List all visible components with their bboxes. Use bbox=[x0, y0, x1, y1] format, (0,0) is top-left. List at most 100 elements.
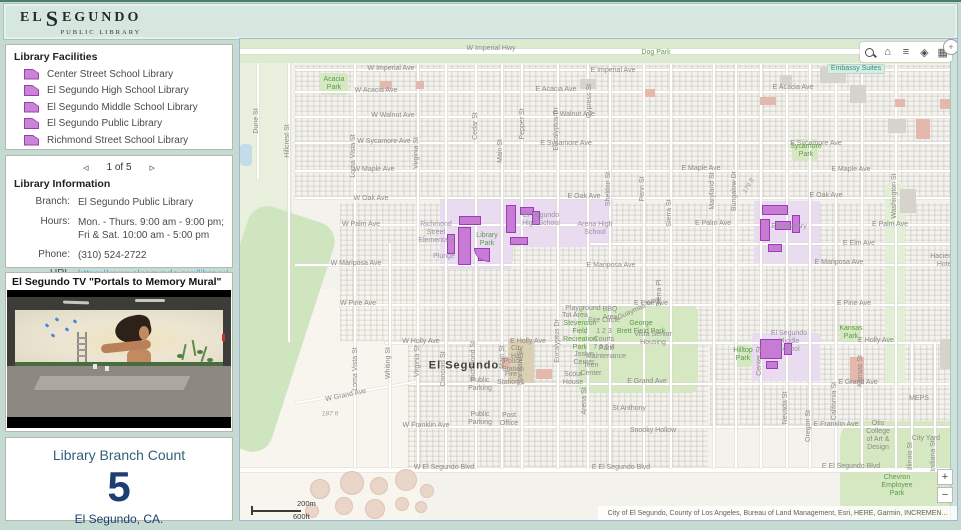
facility-polygon-icon bbox=[24, 85, 39, 96]
map-feature bbox=[335, 497, 353, 515]
map-feature bbox=[895, 99, 905, 107]
map-feature bbox=[445, 63, 447, 468]
map-feature bbox=[447, 234, 455, 254]
butterfly-art bbox=[73, 319, 78, 324]
info-field-value: El Segundo Public Library bbox=[78, 196, 193, 210]
map-feature bbox=[713, 63, 715, 468]
home-icon[interactable]: ⌂ bbox=[880, 44, 896, 60]
butterfly-art bbox=[45, 323, 50, 328]
facility-polygon-icon bbox=[24, 102, 39, 113]
map-feature bbox=[365, 499, 385, 519]
map-feature bbox=[792, 215, 800, 233]
map-feature bbox=[934, 342, 936, 468]
pager-prev-icon[interactable]: ◃ bbox=[83, 161, 89, 174]
map-feature bbox=[760, 97, 776, 105]
scale-feet: 600ft bbox=[293, 512, 310, 521]
map-feature bbox=[835, 63, 837, 468]
map-feature bbox=[408, 426, 957, 428]
info-field-value: (310) 524-2722 bbox=[78, 249, 146, 263]
library-facilities-panel: Library Facilities Center Street School … bbox=[5, 44, 233, 150]
info-pager: ◃ 1 of 5 ▹ bbox=[14, 161, 224, 174]
map-feature bbox=[670, 63, 672, 468]
map-feature bbox=[295, 142, 957, 144]
zoom-in-button[interactable]: + bbox=[937, 469, 953, 485]
map-feature bbox=[295, 264, 957, 266]
map-feature bbox=[416, 81, 424, 89]
map-feature bbox=[340, 304, 957, 306]
map-feature bbox=[775, 221, 791, 230]
map-feature bbox=[580, 79, 596, 89]
video-thumbnail[interactable] bbox=[7, 290, 231, 428]
branch-count-value: 5 bbox=[6, 464, 232, 510]
zoom-out-button[interactable]: − bbox=[937, 487, 953, 503]
ladder-rung bbox=[77, 355, 86, 357]
plant-art bbox=[181, 344, 186, 360]
pan-icon[interactable]: + bbox=[943, 39, 958, 55]
library-logo: ELSEGUNDO PUBLIC LIBRARY bbox=[20, 7, 141, 37]
butterfly-art bbox=[55, 317, 60, 322]
info-field-value: Mon. - Thurs. 9:00 am - 9:00 pm; Fri & S… bbox=[78, 216, 224, 243]
paint-can bbox=[93, 364, 97, 369]
map-feature bbox=[762, 205, 788, 215]
map-feature bbox=[780, 75, 792, 85]
map-feature bbox=[408, 383, 957, 385]
ladder-rung bbox=[77, 343, 86, 345]
map-feature bbox=[760, 63, 762, 468]
map-feature bbox=[578, 305, 698, 393]
facility-item: Center Street School Library bbox=[14, 69, 224, 80]
map-feature bbox=[510, 237, 528, 245]
map-feature bbox=[760, 339, 782, 359]
mural-wall bbox=[15, 310, 223, 365]
map-feature bbox=[911, 342, 913, 468]
map-feature bbox=[609, 63, 611, 468]
map-feature bbox=[508, 339, 534, 383]
map-feature bbox=[820, 67, 846, 83]
map-feature bbox=[735, 63, 737, 468]
map-feature bbox=[310, 479, 330, 499]
ladder-rung bbox=[77, 349, 86, 351]
facility-item-label: El Segundo High School Library bbox=[47, 85, 189, 96]
pager-next-icon[interactable]: ▹ bbox=[150, 161, 156, 174]
map-feature bbox=[295, 197, 957, 199]
scale-meters: 200m bbox=[297, 499, 316, 508]
map-feature bbox=[354, 63, 356, 468]
video-panel: El Segundo TV "Portals to Memory Mural" bbox=[5, 272, 233, 432]
info-title: Library Information bbox=[14, 178, 224, 190]
map-feature bbox=[768, 244, 782, 252]
map-feature bbox=[786, 63, 788, 468]
map-feature bbox=[389, 243, 391, 468]
map-feature bbox=[459, 216, 481, 225]
map-attribution: City of El Segundo, County of Los Angele… bbox=[598, 506, 957, 520]
info-field-label: Phone: bbox=[14, 249, 78, 263]
facility-polygon-icon bbox=[24, 135, 39, 146]
map-feature bbox=[645, 89, 655, 97]
map-feature bbox=[888, 119, 906, 133]
map-feature bbox=[417, 63, 419, 468]
map-feature bbox=[809, 63, 811, 468]
info-field-label: Branch: bbox=[14, 196, 78, 210]
map-feature bbox=[395, 469, 417, 491]
map-feature bbox=[395, 497, 409, 511]
info-field-row: Hours:Mon. - Thurs. 9:00 am - 9:00 pm; F… bbox=[14, 216, 224, 243]
map-feature bbox=[760, 219, 770, 241]
legend-icon[interactable]: ≡ bbox=[898, 44, 914, 60]
map-feature bbox=[916, 119, 930, 139]
map-feature bbox=[784, 343, 792, 355]
map-canvas[interactable]: W Imperial HwyW Imperial AveE Imperial A… bbox=[239, 38, 958, 521]
map-feature bbox=[850, 85, 866, 103]
map-feature bbox=[643, 63, 645, 468]
plant-art bbox=[201, 346, 207, 362]
map-feature bbox=[766, 361, 778, 369]
map-feature bbox=[415, 501, 427, 513]
map-feature bbox=[532, 211, 540, 225]
map-feature bbox=[340, 224, 957, 226]
search-icon[interactable] bbox=[861, 44, 877, 60]
ceiling-light bbox=[135, 299, 165, 302]
map-edge-strip bbox=[950, 39, 957, 520]
branch-count-title: Library Branch Count bbox=[6, 447, 232, 463]
logo-text-egundo: EGUNDO bbox=[62, 11, 141, 25]
facility-item: El Segundo High School Library bbox=[14, 85, 224, 96]
layers-icon[interactable]: ◈ bbox=[916, 44, 932, 60]
map-feature bbox=[587, 63, 589, 468]
map-feature bbox=[501, 63, 503, 468]
